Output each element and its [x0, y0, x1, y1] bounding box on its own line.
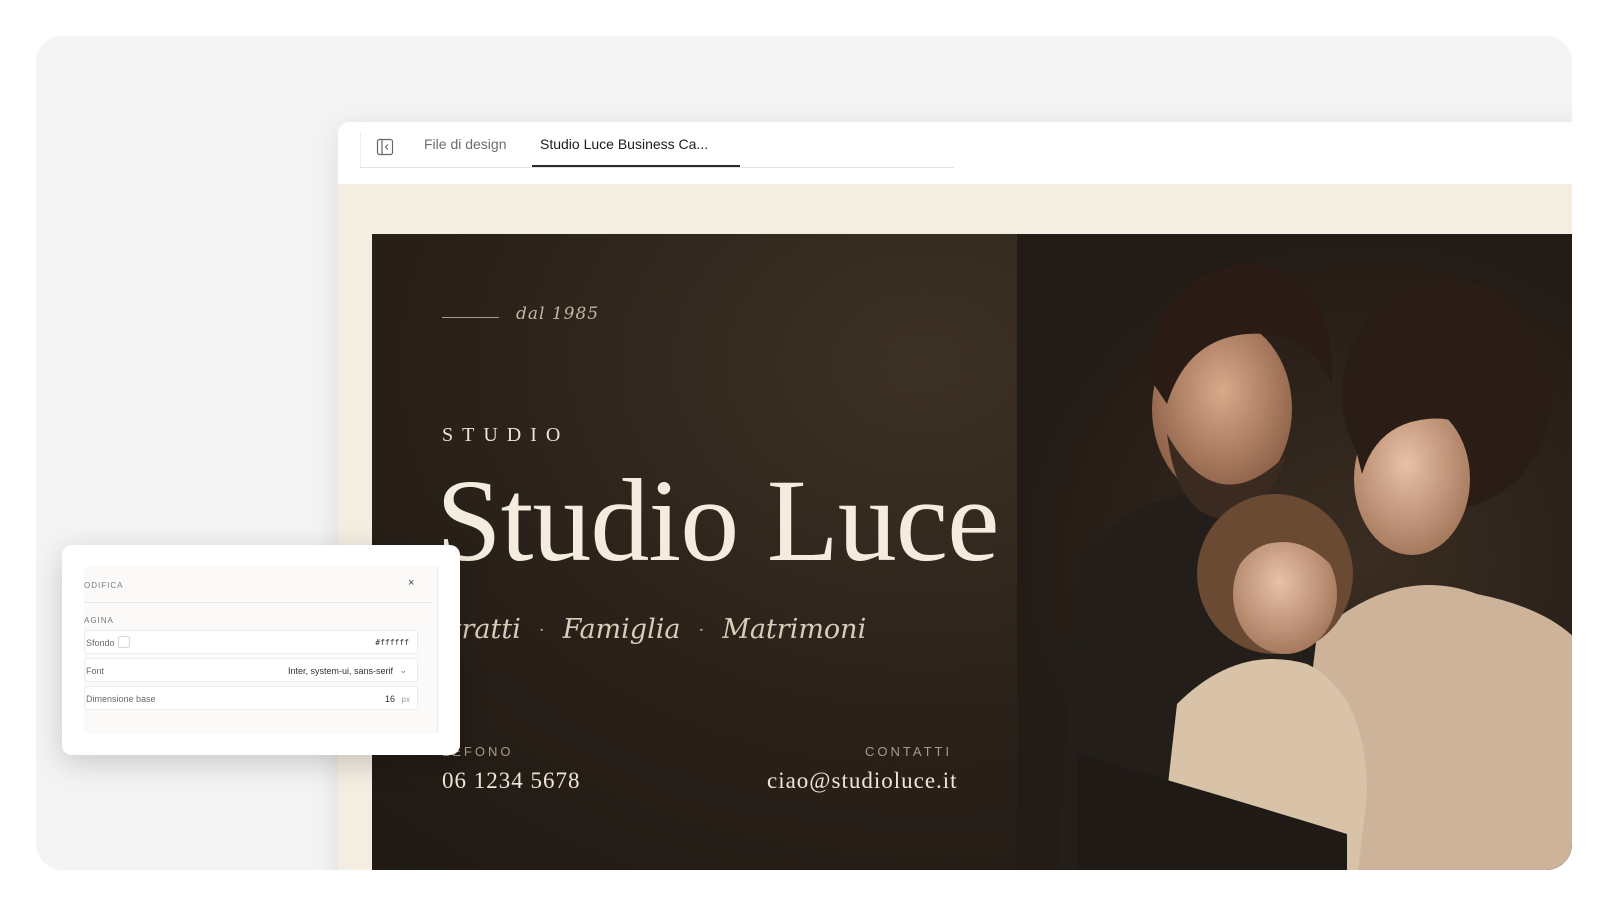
email-address: ciao@studioluce.it	[767, 768, 958, 793]
phone-number: 06 1234 5678	[442, 768, 581, 793]
panel-divider	[84, 602, 432, 603]
edit-panel-body: ODIFICA × AGINA Sfondo #ffffff Font Inte…	[84, 567, 438, 733]
background-color-swatch[interactable]	[118, 636, 130, 648]
panel-section-title: AGINA	[84, 616, 114, 625]
chevron-down-icon[interactable]: ⌄	[399, 665, 407, 676]
tab-design-files[interactable]: File di design	[424, 136, 507, 152]
design-canvas[interactable]: dal 1985 STUDIO Studio Luce itratti · Fami…	[338, 184, 1572, 870]
tab-business-card[interactable]: Studio Luce Business Ca...	[540, 136, 708, 152]
portrait-illustration	[1057, 264, 1572, 870]
close-icon[interactable]: ×	[408, 577, 414, 589]
service-separator: ·	[698, 620, 705, 641]
base-size-unit: px	[401, 695, 410, 704]
app-window: File di design Studio Luce Business Ca..…	[338, 122, 1572, 870]
background-field[interactable]: Sfondo #ffffff	[84, 630, 418, 654]
service-family: Famiglia	[562, 614, 681, 645]
base-size-label: Dimensione base	[86, 694, 156, 704]
edit-panel: ODIFICA × AGINA Sfondo #ffffff Font Inte…	[62, 545, 460, 755]
tab-bar: File di design Studio Luce Business Ca..…	[338, 122, 1572, 184]
background-color-value[interactable]: #ffffff	[375, 638, 409, 647]
family-portrait-image	[1017, 234, 1572, 870]
font-select[interactable]: Font Inter, system-ui, sans-serif ⌄	[84, 658, 418, 682]
eyebrow-text: STUDIO	[442, 424, 570, 446]
base-size-field[interactable]: Dimensione base 16 px	[84, 686, 418, 710]
service-separator: ·	[538, 620, 545, 641]
business-card[interactable]: dal 1985 STUDIO Studio Luce itratti · Fami…	[372, 234, 1572, 870]
since-rule	[442, 317, 499, 318]
contacts-label: CONTATTI	[865, 744, 953, 759]
services-line: itratti · Famiglia · Matrimoni	[442, 614, 866, 645]
sidebar-toggle-icon[interactable]	[376, 138, 394, 156]
since-text: dal 1985	[516, 304, 600, 324]
card-title: Studio Luce	[436, 455, 1000, 586]
font-value[interactable]: Inter, system-ui, sans-serif	[288, 666, 393, 676]
tab-bar-divider	[360, 132, 361, 168]
panel-title: ODIFICA	[84, 581, 124, 590]
font-label: Font	[86, 666, 105, 676]
service-weddings: Matrimoni	[722, 614, 867, 645]
card-text-column: dal 1985 STUDIO Studio Luce itratti · Fami…	[372, 234, 1017, 870]
base-size-value[interactable]: 16	[385, 694, 395, 704]
tab-bar-baseline	[360, 167, 954, 168]
background-label: Sfondo	[86, 638, 115, 648]
